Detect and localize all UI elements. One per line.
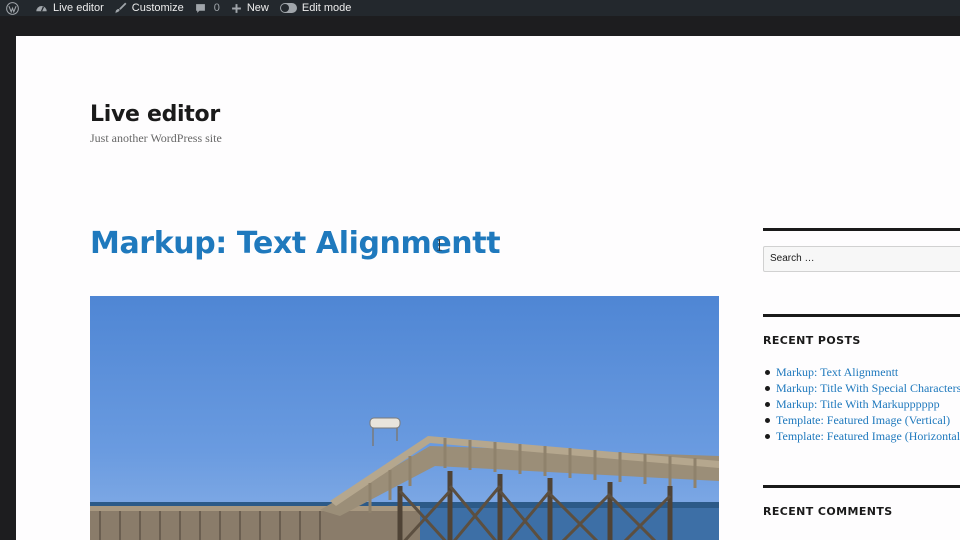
toggle-icon (279, 3, 297, 13)
list-item[interactable]: Markup: Title With Markupppppp (763, 396, 960, 412)
sidebar-divider (763, 314, 960, 317)
recent-comments-heading: RECENT COMMENTS (763, 505, 893, 518)
search-input[interactable]: Search … (763, 246, 960, 272)
site-title[interactable]: Live editor (90, 102, 220, 127)
edit-mode-toggle[interactable]: Edit mode (279, 0, 352, 16)
wordpress-menu[interactable] (6, 0, 24, 16)
site-page: Live editor Just another WordPress site … (16, 36, 960, 540)
list-item[interactable]: Markup: Title With Special Characters (763, 380, 960, 396)
text-cursor-icon (437, 239, 442, 251)
site-name-label: Live editor (53, 2, 104, 14)
admin-bar: Live editor Customize 0 New Edit mode (0, 0, 960, 16)
new-content-button[interactable]: New (231, 0, 269, 16)
site-description: Just another WordPress site (90, 131, 222, 145)
customize-button[interactable]: Customize (115, 0, 184, 16)
wordpress-logo-icon (6, 1, 19, 15)
site-name-menu[interactable]: Live editor (35, 0, 104, 16)
comments-button[interactable]: 0 (195, 0, 220, 16)
sidebar-divider (763, 485, 960, 488)
new-label: New (246, 2, 269, 14)
comments-count: 0 (213, 2, 220, 14)
recent-posts-list: Markup: Text Alignmentt Markup: Title Wi… (763, 364, 960, 444)
recent-posts-heading: RECENT POSTS (763, 334, 861, 347)
frame-left (0, 16, 16, 540)
list-item[interactable]: Markup: Text Alignmentt (763, 364, 960, 380)
dashboard-icon (35, 2, 48, 14)
pier-boardwalk-photo (90, 296, 719, 540)
list-item[interactable]: Template: Featured Image (Horizontal) (763, 428, 960, 444)
frame-top (0, 16, 960, 36)
brush-icon (115, 2, 127, 14)
plus-icon (231, 3, 242, 14)
customize-label: Customize (131, 2, 184, 14)
comment-bubble-icon (195, 3, 206, 14)
list-item[interactable]: Template: Featured Image (Vertical) (763, 412, 960, 428)
featured-image[interactable] (90, 296, 719, 540)
sidebar-divider (763, 228, 960, 231)
edit-mode-label: Edit mode (301, 2, 352, 14)
